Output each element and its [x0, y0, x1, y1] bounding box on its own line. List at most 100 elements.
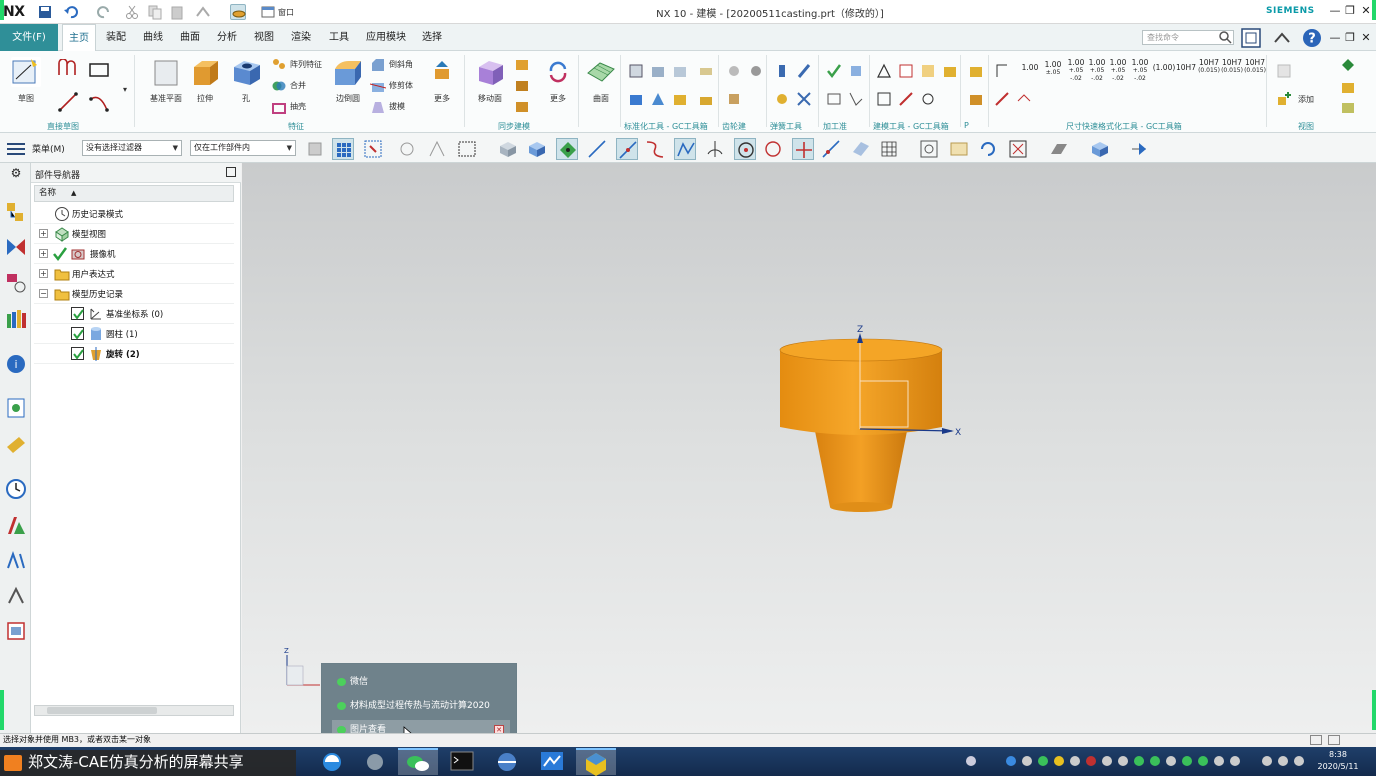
- modeling-tool-7-icon[interactable]: [920, 91, 936, 107]
- assembly-select-icon[interactable]: [305, 138, 327, 160]
- tab-view[interactable]: 视图: [250, 24, 278, 51]
- modeling-tool-2-icon[interactable]: [898, 63, 914, 79]
- tree-node-cylinder[interactable]: 圆柱 (1): [34, 324, 234, 344]
- machining-tool-2-icon[interactable]: [848, 63, 864, 79]
- draft-label[interactable]: 拔模: [389, 101, 405, 112]
- tray-icon[interactable]: [1150, 756, 1160, 766]
- tab-applications[interactable]: 应用模块: [362, 24, 410, 51]
- popup-item-course-chat[interactable]: 材料成型过程传热与流动计算2020: [332, 696, 510, 716]
- line-icon[interactable]: [57, 91, 78, 112]
- tab-home[interactable]: 主页: [62, 24, 96, 51]
- tray-icon[interactable]: [1166, 756, 1176, 766]
- snap-endpoint-icon[interactable]: [556, 138, 578, 160]
- visibility-checkbox[interactable]: [71, 307, 84, 320]
- view-tool-1-icon[interactable]: [1276, 63, 1292, 79]
- expand-toggle[interactable]: +: [39, 229, 48, 238]
- tree-node-datum-csys[interactable]: 基准坐标系 (0): [34, 304, 234, 324]
- cone-body[interactable]: [815, 431, 907, 512]
- modeling-tool-5-icon[interactable]: [876, 91, 892, 107]
- documents-tab-icon[interactable]: [5, 620, 27, 642]
- reuse-library-tab-icon[interactable]: [5, 308, 27, 330]
- graphics-window[interactable]: Z X Z: [242, 163, 1376, 733]
- touch-mode-icon[interactable]: [230, 4, 246, 20]
- tolerance-format-8[interactable]: 10H7: [1176, 64, 1196, 72]
- snap-intersection-icon[interactable]: [792, 138, 814, 160]
- pattern-feature-label[interactable]: 阵列特征: [290, 59, 322, 70]
- spring-tool-3-icon[interactable]: [774, 91, 790, 107]
- select-all-icon[interactable]: [362, 138, 384, 160]
- tray-icon[interactable]: [1230, 756, 1240, 766]
- pull-face-icon[interactable]: [514, 56, 530, 72]
- selection-scope-dropdown[interactable]: 仅在工作部件内 ▼: [190, 140, 296, 156]
- tolerance-format-11[interactable]: 10H7 (0.015): [1244, 59, 1266, 75]
- extrude-button[interactable]: 拉伸: [187, 55, 223, 107]
- tray-icon[interactable]: [966, 756, 976, 766]
- tolerance-format-7[interactable]: (1.00): [1152, 64, 1176, 72]
- window-menu-icon[interactable]: [260, 4, 276, 20]
- pattern-feature-icon[interactable]: [271, 57, 287, 73]
- menu-button[interactable]: 菜单(M): [32, 142, 65, 155]
- gc-tool-8-icon[interactable]: [698, 91, 714, 107]
- deselect-icon[interactable]: [396, 138, 418, 160]
- unite-label[interactable]: 合并: [290, 80, 306, 91]
- collapse-toggle[interactable]: −: [39, 289, 48, 298]
- navigator-column-header[interactable]: 名称 ▲: [34, 185, 234, 202]
- tolerance-format-3[interactable]: 1.00 +.05 -.02: [1066, 59, 1086, 83]
- taskbar-edge-app[interactable]: [312, 748, 352, 775]
- repeat-command-icon[interactable]: [195, 4, 211, 20]
- snap-grid-point-icon[interactable]: [878, 138, 900, 160]
- doc-restore-button[interactable]: ❐: [1343, 31, 1357, 45]
- chamfer-label[interactable]: 倒斜角: [389, 59, 413, 70]
- tolerance-format-1[interactable]: 1.00: [1020, 64, 1040, 72]
- edge-blend-button[interactable]: 边倒圆: [330, 55, 366, 107]
- gear-tool-2-icon[interactable]: [748, 63, 764, 79]
- visibility-checkbox[interactable]: [71, 327, 84, 340]
- draft-icon[interactable]: [370, 99, 386, 115]
- taskbar-terminal-app[interactable]: [442, 748, 482, 775]
- expand-toggle[interactable]: +: [39, 269, 48, 278]
- paste-icon[interactable]: [169, 4, 185, 20]
- tray-icon[interactable]: [1182, 756, 1192, 766]
- p-tool-1-icon[interactable]: [968, 63, 984, 79]
- unite-icon[interactable]: [271, 78, 287, 94]
- tolerance-format-4[interactable]: 1.00 +.05 -.02: [1087, 59, 1107, 83]
- zoom-icon[interactable]: [948, 138, 970, 160]
- scrollbar-thumb[interactable]: [47, 707, 157, 714]
- window-menu-label[interactable]: 窗口: [278, 7, 294, 18]
- taskbar-wechat-app[interactable]: [398, 748, 438, 775]
- modeling-tool-3-icon[interactable]: [920, 63, 936, 79]
- dim-tool-1-icon[interactable]: [994, 63, 1010, 79]
- tab-curve[interactable]: 曲线: [139, 24, 167, 51]
- tab-surface[interactable]: 曲面: [176, 24, 204, 51]
- expand-toggle[interactable]: +: [39, 249, 48, 258]
- navigator-horizontal-scrollbar[interactable]: [34, 705, 234, 716]
- tree-node-cameras[interactable]: + 摄像机: [34, 244, 234, 264]
- redo-icon[interactable]: [96, 4, 112, 20]
- snap-quadrant-icon[interactable]: [762, 138, 784, 160]
- modeling-tool-1-icon[interactable]: [876, 63, 892, 79]
- cylinder-body[interactable]: [780, 350, 942, 435]
- gear-tool-1-icon[interactable]: [726, 63, 742, 79]
- sketch-button[interactable]: 草图: [8, 55, 44, 107]
- tray-icon[interactable]: [1022, 756, 1032, 766]
- tree-node-user-expressions[interactable]: + 用户表达式: [34, 264, 234, 284]
- fit-view-icon[interactable]: [918, 138, 940, 160]
- network-icon[interactable]: [1278, 756, 1288, 766]
- replace-face-icon[interactable]: [514, 98, 530, 114]
- render-style-icon[interactable]: [1048, 138, 1070, 160]
- minimize-button[interactable]: —: [1328, 4, 1342, 18]
- arc-icon[interactable]: [88, 91, 109, 112]
- machining-tool-4-icon[interactable]: [848, 91, 864, 107]
- tree-node-history-mode[interactable]: 历史记录模式: [34, 204, 234, 224]
- volume-icon[interactable]: [1262, 756, 1272, 766]
- tray-icon[interactable]: [1086, 756, 1096, 766]
- snap-point-on-curve-icon[interactable]: [820, 138, 842, 160]
- p-tool-2-icon[interactable]: [968, 91, 984, 107]
- datum-plane-button[interactable]: 基准平面: [148, 55, 184, 107]
- copy-icon[interactable]: [147, 4, 163, 20]
- selection-filter-dropdown[interactable]: 没有选择过滤器 ▼: [82, 140, 182, 156]
- tolerance-format-9[interactable]: 10H7 (0.015): [1198, 59, 1220, 75]
- rectangle-icon[interactable]: [88, 61, 109, 77]
- machining-tool-1-icon[interactable]: [826, 63, 842, 79]
- file-menu-tab[interactable]: 文件(F): [0, 24, 58, 51]
